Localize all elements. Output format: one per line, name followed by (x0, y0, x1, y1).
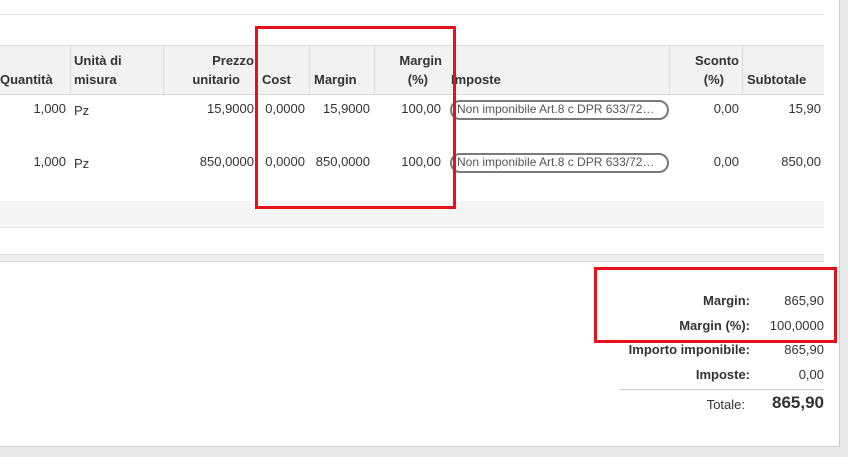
untaxed-amount-value: 865,90 (784, 342, 824, 357)
empty-row (0, 228, 824, 255)
row-unit-price: 15,9000 (207, 101, 254, 116)
col-header-unit-price[interactable]: Prezzo unitario (166, 46, 254, 94)
untaxed-amount-label: Importo imponibile: (628, 342, 750, 357)
tax-tag[interactable]: Non imponibile Art.8 c DPR 633/72… (450, 100, 669, 120)
column-divider (70, 46, 71, 94)
column-divider (742, 46, 743, 94)
row-uom: Pz (74, 103, 90, 118)
row-subtotal: 15,90 (788, 101, 821, 116)
tax-tag[interactable]: Non imponibile Art.8 c DPR 633/72… (450, 153, 669, 173)
grand-total-label: Totale: (706, 397, 745, 412)
col-header-discount-line2: (%) (703, 72, 724, 87)
col-header-uom-line1: Unità di (74, 53, 122, 68)
col-header-quantity[interactable]: Quantità (0, 46, 66, 94)
row-unit-price: 850,0000 (199, 154, 254, 169)
col-header-quantity-label: Quantità (0, 72, 53, 87)
top-separator (0, 14, 824, 15)
row-discount: 0,00 (713, 154, 739, 169)
col-header-uom[interactable]: Unità di misura (74, 46, 160, 94)
highlight-margin-totals (594, 267, 837, 343)
table-footer (0, 255, 824, 262)
col-header-subtotal[interactable]: Subtotale (747, 46, 821, 94)
col-header-taxes-label: Imposte (451, 72, 501, 87)
row-quantity: 1,000 (33, 154, 66, 169)
row-uom: Pz (74, 156, 90, 171)
grand-total-value: 865,90 (772, 393, 824, 412)
col-header-discount[interactable]: Sconto (%) (672, 46, 739, 94)
row-subtotal: 850,00 (781, 154, 821, 169)
row-quantity: 1,000 (33, 101, 66, 116)
col-header-price-line2: unitario (192, 72, 240, 87)
col-header-uom-line2: misura (74, 72, 117, 87)
col-header-price-line1: Prezzo (212, 53, 254, 68)
row-discount: 0,00 (713, 101, 739, 116)
col-header-subtotal-label: Subtotale (747, 72, 807, 87)
taxes-value: 0,00 (798, 367, 824, 382)
highlight-margin-columns (255, 26, 456, 209)
column-divider (669, 46, 670, 94)
col-header-discount-line1: Sconto (694, 53, 739, 68)
col-header-taxes[interactable]: Imposte (451, 46, 661, 94)
total-divider (620, 389, 824, 390)
column-divider (163, 46, 164, 94)
taxes-label: Imposte: (695, 367, 750, 382)
